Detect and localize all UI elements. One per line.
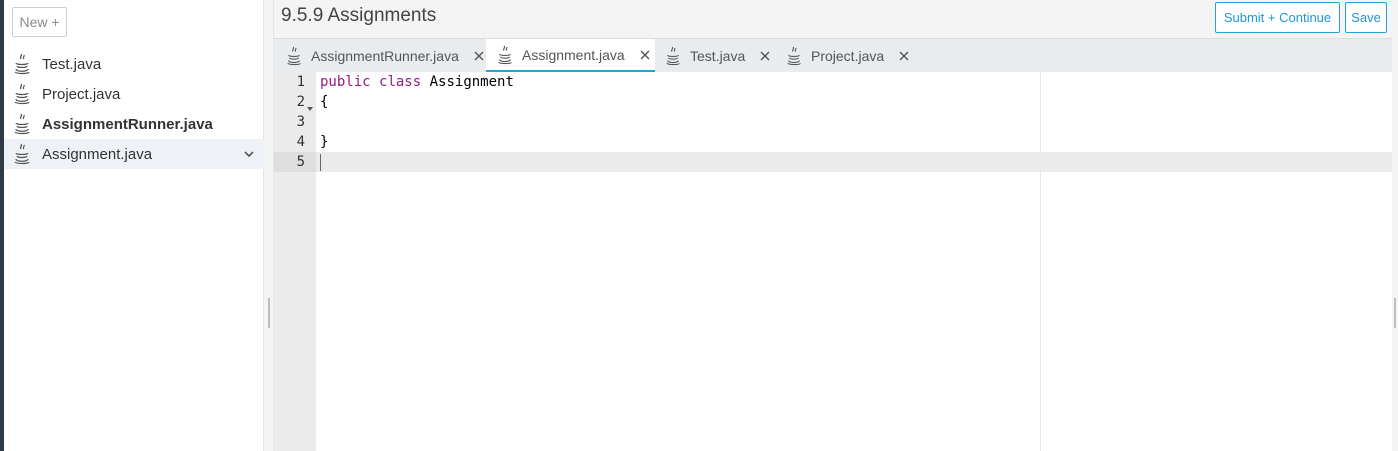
java-file-icon [12,53,32,75]
sidebar-splitter[interactable] [264,0,274,451]
java-file-icon [12,113,32,135]
java-file-icon [785,46,803,66]
file-label: Test.java [42,55,102,73]
chevron-down-icon[interactable] [242,147,256,161]
file-item-assignment[interactable]: Assignment.java [4,139,264,169]
tab-project[interactable]: Project.java [785,39,915,73]
file-label: Assignment.java [42,145,153,163]
code-identifier: Assignment [429,74,514,90]
file-item-assignmentrunner[interactable]: AssignmentRunner.java [4,109,264,139]
tab-label: Test.java [690,48,746,64]
close-icon[interactable] [759,50,771,62]
editor-tabs: AssignmentRunner.java Assignment.java Te… [274,38,1392,73]
file-item-project[interactable]: Project.java [4,79,264,109]
file-list: Test.java Project.java AssignmentRunner.… [4,49,264,169]
line-number: 3 [296,114,305,130]
line-number: 2 [296,94,305,110]
drag-handle[interactable] [268,298,270,328]
tab-label: Assignment.java [522,46,625,63]
code-line: public class Assignment [320,72,514,92]
fold-arrow-icon[interactable] [307,99,313,111]
line-number: 1 [296,74,305,90]
line-number: 5 [296,154,305,170]
file-label: Project.java [42,85,121,103]
code-line: } [320,134,329,150]
java-file-icon [285,46,303,66]
code-line: { [320,94,329,110]
tab-test[interactable]: Test.java [664,39,779,73]
new-file-button[interactable]: New + [12,7,67,37]
code-editor[interactable]: 1 2 3 4 5 public class Assignment { } [274,72,1392,451]
submit-continue-button[interactable]: Submit + Continue [1215,2,1340,33]
close-icon[interactable] [898,50,910,62]
close-icon[interactable] [473,50,485,62]
text-cursor [320,154,321,171]
file-item-test[interactable]: Test.java [4,49,264,79]
java-file-icon [664,46,682,66]
tab-assignmentrunner[interactable]: AssignmentRunner.java [283,39,487,73]
page-title: 9.5.9 Assignments [281,5,437,26]
header-bar: 9.5.9 Assignments Submit + Continue Save [274,0,1398,38]
print-margin [1040,72,1041,451]
ide-window: New + Test.java Project.java AssignmentR… [0,0,1398,451]
active-line-highlight [316,152,1392,172]
tab-assignment[interactable]: Assignment.java [486,39,655,73]
close-icon[interactable] [639,49,651,61]
right-splitter[interactable] [1392,38,1398,451]
file-sidebar: New + Test.java Project.java AssignmentR… [4,0,264,451]
code-keyword: class [379,74,422,90]
file-label: AssignmentRunner.java [42,115,213,133]
java-file-icon [12,83,32,105]
code-keyword: public [320,74,371,90]
line-number: 4 [296,134,305,150]
tab-label: Project.java [811,48,885,64]
save-button[interactable]: Save [1345,2,1387,33]
java-file-icon [12,143,32,165]
tab-label: AssignmentRunner.java [311,48,459,64]
drag-handle[interactable] [1394,298,1396,328]
java-file-icon [496,45,514,65]
